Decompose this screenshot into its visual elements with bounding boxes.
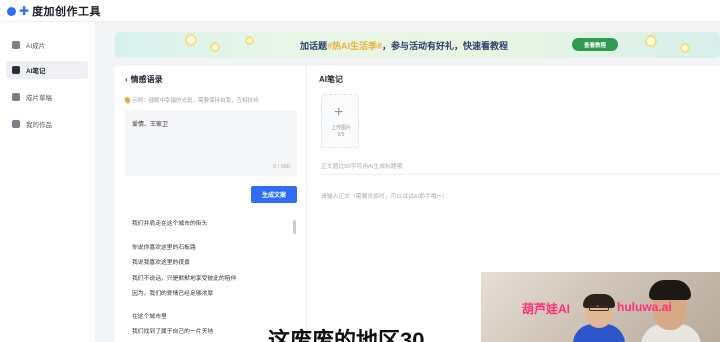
sidebar-item-label: 成片草稿 [26,95,52,102]
result-line: 我们找到了属于自己的一片天地 [132,329,214,335]
sidebar-item-label: AI笔记 [26,68,46,75]
result-line: 我们不说话，只是默默地享受彼此的陪伴 [132,276,237,282]
video-subtitle: 这废废的地区30 [268,328,425,342]
watermark-brand: 葫芦娃AI [522,302,571,316]
app-title: 度加创作工具 [32,6,102,18]
upload-image-button[interactable]: + 上传图片 0/9 [321,94,359,148]
banner-text-suffix: ，参与活动有好礼，快速看教程 [382,41,509,51]
daisy-icon [245,36,254,45]
watermark-url: huluwa.ai [617,300,672,314]
logo-dot-icon [7,6,16,16]
presenter-hair [649,280,691,300]
note-title-input[interactable]: 正文超过50字可用AI生成标题哦 [321,157,720,175]
result-line: 我们并肩走在这个城市的街头 [132,221,208,227]
result-line: 你说你喜欢这里的石板路 [132,245,196,251]
generated-result: 我们并肩走在这个城市的街头 你说你喜欢这里的石板路 我说我喜欢这里的夜景 我们不… [125,212,297,342]
example-hint: 示例：插眼中幸福的光斑，需要保持自我，互相扶持 [123,96,259,104]
note-icon [12,66,20,74]
back-chevron-icon[interactable]: ‹ [125,75,128,84]
location-pin-icon [123,96,132,104]
plus-icon: + [334,104,344,121]
view-tutorial-button[interactable]: 查看教程 [572,38,618,51]
result-line: 我说我喜欢这里的夜景 [132,260,190,266]
top-bar: ✚ 度加创作工具 [0,0,720,22]
result-scrollbar[interactable] [293,220,296,234]
promo-banner[interactable]: 加话题#热AI生活季#，参与活动有好礼，快速看教程 查看教程 [115,32,720,58]
sidebar-item-my-works[interactable]: 我的作品 [6,115,88,133]
result-line: 因为，我们的爱情已经足够浓厚 [132,291,214,297]
banner-hashtag: #热AI生活季# [327,41,383,51]
sidebar-item-drafts[interactable]: 成片草稿 [6,88,88,106]
logo-plus-icon: ✚ [19,4,30,18]
banner-text: 加话题#热AI生活季#，参与活动有好礼，快速看教程 [300,39,508,52]
daisy-icon [680,43,690,53]
daisy-icon [645,35,657,47]
sidebar-item-ai-note[interactable]: AI笔记 [6,61,88,79]
sidebar: AI成片 AI笔记 成片草稿 我的作品 [0,22,96,342]
upload-label: 上传图片 [330,125,351,131]
banner-text-prefix: 加话题 [300,41,328,51]
keyword-value: 爱情、王家卫 [132,122,169,128]
daisy-icon [210,42,220,52]
panel-title-text: 情感语录 [130,75,163,84]
sidebar-item-ai-video[interactable]: AI成片 [6,36,88,54]
emotion-quote-panel: ‹ 情感语录 示例：插眼中幸福的光斑，需要保持自我，互相扶持 爱情、王家卫 6 … [115,66,307,342]
keyword-textarea[interactable]: 爱情、王家卫 6 / 500 [125,110,297,176]
upload-count: 0/9 [337,132,345,138]
works-icon [12,120,20,128]
video-icon [12,41,20,49]
draft-icon [12,93,20,101]
result-line: 在这个城市里 [132,314,167,320]
generate-copy-button[interactable]: 生成文案 [251,186,297,203]
sidebar-item-label: AI成片 [26,43,46,50]
char-count: 6 / 500 [273,164,290,170]
watermark-separator: · [596,299,600,313]
daisy-icon [185,34,197,46]
editor-title: AI笔记 [319,75,343,84]
presenter-video-overlay: 葫芦娃AI · huluwa.ai [481,272,720,342]
panel-title: ‹ 情感语录 [125,74,163,85]
sidebar-item-label: 我的作品 [26,122,52,129]
app-logo[interactable]: ✚ 度加创作工具 [7,3,101,19]
hint-text: 示例：插眼中幸福的光斑，需要保持自我，互相扶持 [132,98,259,104]
